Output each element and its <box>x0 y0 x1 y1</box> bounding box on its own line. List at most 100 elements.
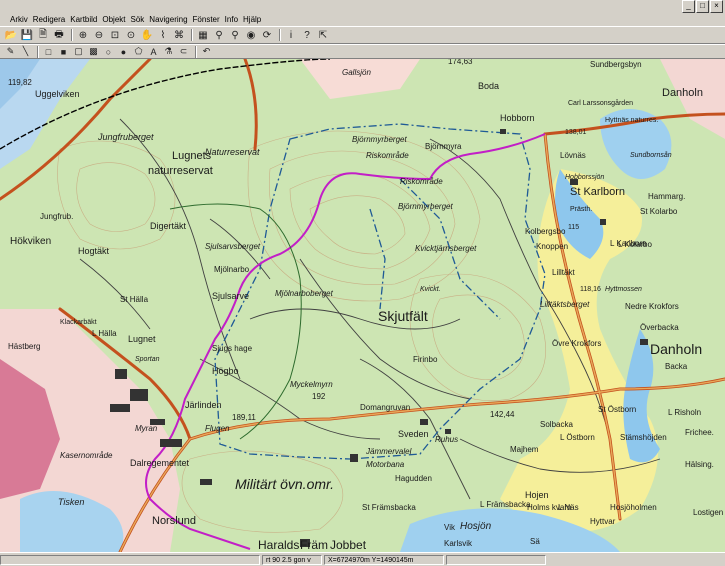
filled-rounded-rect-button[interactable]: ▩ <box>87 46 100 58</box>
map-place-label: Dalregementet <box>130 458 190 468</box>
zoom-full-button[interactable]: ⊙ <box>124 28 138 42</box>
filled-rectangle-button[interactable]: ■ <box>57 46 70 58</box>
map-place-label: Danholn <box>650 341 702 357</box>
eyedropper-icon: ⚗ <box>164 46 173 56</box>
menu-info[interactable]: Info <box>225 15 238 24</box>
layer-button[interactable]: ▦ <box>196 28 210 42</box>
map-place-label: Karlsvik <box>444 539 473 548</box>
rectangle-button[interactable]: □ <box>42 46 55 58</box>
menu-objekt[interactable]: Objekt <box>102 15 125 24</box>
map-place-label: Lövnäs <box>560 151 586 160</box>
find-icon: ⚲ <box>231 29 239 41</box>
measure-button[interactable]: ⌇ <box>156 28 170 42</box>
route-button[interactable]: ⌘ <box>172 28 186 42</box>
map-place-label: Björnmyrberget <box>398 202 453 211</box>
help-pointer-button[interactable]: ⇱ <box>316 28 330 42</box>
menu-hjalp[interactable]: Hjälp <box>243 15 261 24</box>
undo-button[interactable]: ↶ <box>200 46 213 58</box>
map-place-label: St Kolarbo <box>640 207 678 216</box>
pan-hand-button[interactable]: ✋ <box>140 28 154 42</box>
eyedropper-button[interactable]: ⚗ <box>162 46 175 58</box>
menu-arkiv[interactable]: Arkiv <box>10 15 28 24</box>
help-pointer-icon: ⇱ <box>318 29 328 41</box>
map-place-label: Hyttmossen <box>605 286 642 293</box>
text-tool-button[interactable]: A <box>147 46 160 58</box>
map-place-label: Jungfruberget <box>97 132 154 142</box>
menu-fonster[interactable]: Fönster <box>193 15 220 24</box>
window-controls: _ □ × <box>682 0 723 13</box>
menu-redigera[interactable]: Redigera <box>33 15 65 24</box>
map-place-label: 119,82 <box>8 78 32 87</box>
map-place-label: 138,01 <box>565 129 587 136</box>
search-button[interactable]: ⚲ <box>212 28 226 42</box>
refresh-button[interactable]: ⟳ <box>260 28 274 42</box>
map-place-label: Lugnets <box>172 150 212 162</box>
ellipse-button[interactable]: ○ <box>102 46 115 58</box>
menu-kartbild[interactable]: Kartbild <box>70 15 97 24</box>
pencil-button[interactable]: ✎ <box>4 46 17 58</box>
map-place-label: Myckelmyrn <box>290 380 333 389</box>
map-place-label: 174,63 <box>448 59 473 66</box>
map-place-label: Carl Larssonsgården <box>568 99 633 107</box>
minimize-button[interactable]: _ <box>682 0 695 13</box>
help-button[interactable]: ? <box>300 28 314 42</box>
map-place-label: Riskområde <box>400 177 443 186</box>
print-button[interactable]: 🖶 <box>52 28 66 42</box>
find-button[interactable]: ⚲ <box>228 28 242 42</box>
info-icon: i <box>289 29 293 41</box>
map-place-label: L Näs <box>558 503 579 512</box>
map-place-label: Hyttnäs naturres. <box>605 117 658 124</box>
zoom-in-button[interactable]: ⊕ <box>76 28 90 42</box>
map-place-label: 192 <box>312 392 326 401</box>
map-place-label: Sveden <box>398 429 429 439</box>
map-place-label: L Främsbacka <box>480 500 531 509</box>
text-tool-icon: A <box>150 46 157 57</box>
map-canvas[interactable]: Gallsjön 174,63 Boda Sundbergsbyn Hobborn Car… <box>0 59 725 552</box>
search-icon: ⚲ <box>215 29 223 41</box>
zoom-out-button[interactable]: ⊖ <box>92 28 106 42</box>
map-place-label: 115 <box>568 224 579 231</box>
map-place-label: Naturreservat <box>205 147 260 157</box>
polygon-button[interactable]: ⬠ <box>132 46 145 58</box>
filled-ellipse-button[interactable]: ● <box>117 46 130 58</box>
map-place-label: Ruhus <box>435 435 458 444</box>
filled-rounded-rect-icon: ▩ <box>89 46 98 56</box>
map-place-label: Jobbet <box>330 538 367 552</box>
rounded-rect-button[interactable]: ▢ <box>72 46 85 58</box>
map-place-label: Högbo <box>212 366 239 376</box>
map-place-label: Björnmyrberget <box>352 135 407 144</box>
map-place-label: 189,11 <box>232 413 256 422</box>
lasso-icon: ⊂ <box>179 46 188 56</box>
menu-navigering[interactable]: Navigering <box>149 15 187 24</box>
status-scale: rt 90 2.5 gon v <box>262 554 322 565</box>
map-place-label: L Risholn <box>668 408 701 417</box>
toolbar-separator <box>195 45 197 58</box>
gps-button[interactable]: ◉ <box>244 28 258 42</box>
print-preview-icon: 🗎 <box>38 28 48 40</box>
zoom-out-icon: ⊖ <box>94 29 104 41</box>
map-view[interactable]: Gallsjön 174,63 Boda Sundbergsbyn Hobborn Car… <box>0 59 725 552</box>
measure-icon: ⌇ <box>160 29 166 41</box>
undo-icon: ↶ <box>202 46 211 56</box>
lasso-button[interactable]: ⊂ <box>177 46 190 58</box>
menu-sok[interactable]: Sök <box>131 15 145 24</box>
map-place-label: Lilltäkt <box>552 268 575 277</box>
print-icon: 🖶 <box>54 28 64 40</box>
print-preview-button[interactable]: 🗎 <box>36 28 50 42</box>
map-place-label: L Hälla <box>92 329 117 338</box>
open-button[interactable]: 📂 <box>4 28 18 42</box>
maximize-button[interactable]: □ <box>696 0 709 13</box>
line-button[interactable]: ╲ <box>19 46 32 58</box>
map-place-label: St Karlborn <box>570 186 625 198</box>
zoom-box-button[interactable]: ⊡ <box>108 28 122 42</box>
map-place-label: Sportan <box>135 356 160 363</box>
close-button[interactable]: × <box>710 0 723 13</box>
save-button[interactable]: 💾 <box>20 28 34 42</box>
save-icon: 💾 <box>20 29 34 41</box>
info-button[interactable]: i <box>284 28 298 42</box>
map-place-label: Hagudden <box>395 474 432 483</box>
map-place-label: Frichee. <box>685 428 714 437</box>
map-place-label: Björnmyra <box>425 142 462 151</box>
map-place-label: Främ <box>300 538 328 552</box>
map-place-label: Vik <box>444 523 456 532</box>
